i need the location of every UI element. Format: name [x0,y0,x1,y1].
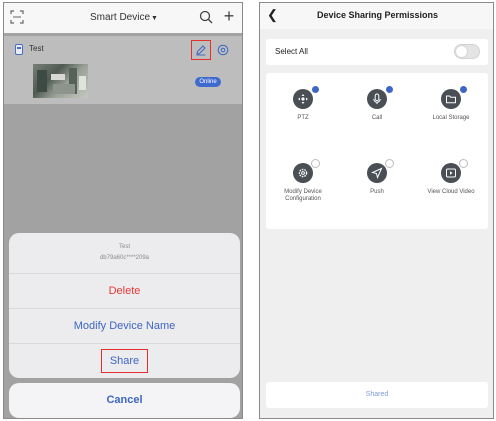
camera-thumbnail[interactable] [33,64,88,98]
action-sheet-header: Test db79a60c****209a [9,233,240,273]
cancel-button[interactable]: Cancel [9,383,240,418]
page-title: Device Sharing Permissions [316,10,439,20]
plus-icon[interactable]: + [221,7,237,25]
checkbox[interactable] [311,159,320,168]
sheet-device-name: Test [118,244,130,250]
permission-cloud-video[interactable]: View Cloud Video [414,147,488,217]
permission-label: Call [371,115,383,121]
shared-button[interactable]: Shared [266,382,488,408]
screenshot-root: Smart Device▼ + Test Online Test db79a60… [0,0,496,421]
gear-icon [293,163,313,183]
permission-modify-config[interactable]: Modify Device Configuration [266,147,340,217]
gear-icon[interactable] [217,44,229,56]
folder-icon [441,89,461,109]
send-icon [367,163,387,183]
permission-label: View Cloud Video [427,189,475,195]
modify-device-name-button[interactable]: Modify Device Name [9,308,240,343]
permission-local-storage[interactable]: Local Storage [414,73,488,143]
select-all-toggle[interactable] [454,44,480,59]
share-row: Share [9,343,240,378]
page-title: Smart Device [90,12,151,23]
device-list-screen: Smart Device▼ + Test Online Test db79a60… [3,2,243,419]
device-card[interactable]: Test Online [4,36,242,104]
pencil-icon [196,45,206,56]
checkbox[interactable] [459,159,468,168]
permission-label: PTZ [297,115,309,121]
caret-down-icon: ▼ [151,15,158,22]
checkbox[interactable] [385,159,394,168]
action-sheet: Test db79a60c****209a Delete Modify Devi… [9,233,240,378]
permission-push[interactable]: Push [340,147,414,217]
share-button[interactable]: Share [100,349,149,374]
device-name: Test [29,44,44,53]
top-bar: Smart Device▼ + [4,3,242,33]
search-icon[interactable] [199,10,213,24]
status-badge: Online [195,77,221,87]
device-row: Test [4,36,242,62]
microphone-icon [367,89,387,109]
cloud-video-icon [441,163,461,183]
delete-button[interactable]: Delete [9,273,240,308]
permission-label: Modify Device Configuration [284,189,322,202]
checkbox[interactable] [311,85,320,94]
top-bar: ❮ Device Sharing Permissions [260,3,493,29]
edit-device-button[interactable] [191,40,211,60]
select-all-label: Select All [275,47,308,56]
permission-ptz[interactable]: PTZ [266,73,340,143]
device-icon [15,44,23,55]
select-all-row: Select All [266,39,488,65]
permission-call[interactable]: Call [340,73,414,143]
sheet-device-id: db79a60c****209a [99,255,150,261]
checkbox[interactable] [459,85,468,94]
toggle-knob [456,46,467,57]
checkbox[interactable] [385,85,394,94]
sharing-permissions-screen: ❮ Device Sharing Permissions Select All … [259,2,494,419]
ptz-icon [293,89,313,109]
permission-label: Local Storage [432,115,470,121]
permissions-grid: PTZ Call Local Storage Modify Device Con… [266,73,488,229]
permission-label: Push [370,189,384,195]
